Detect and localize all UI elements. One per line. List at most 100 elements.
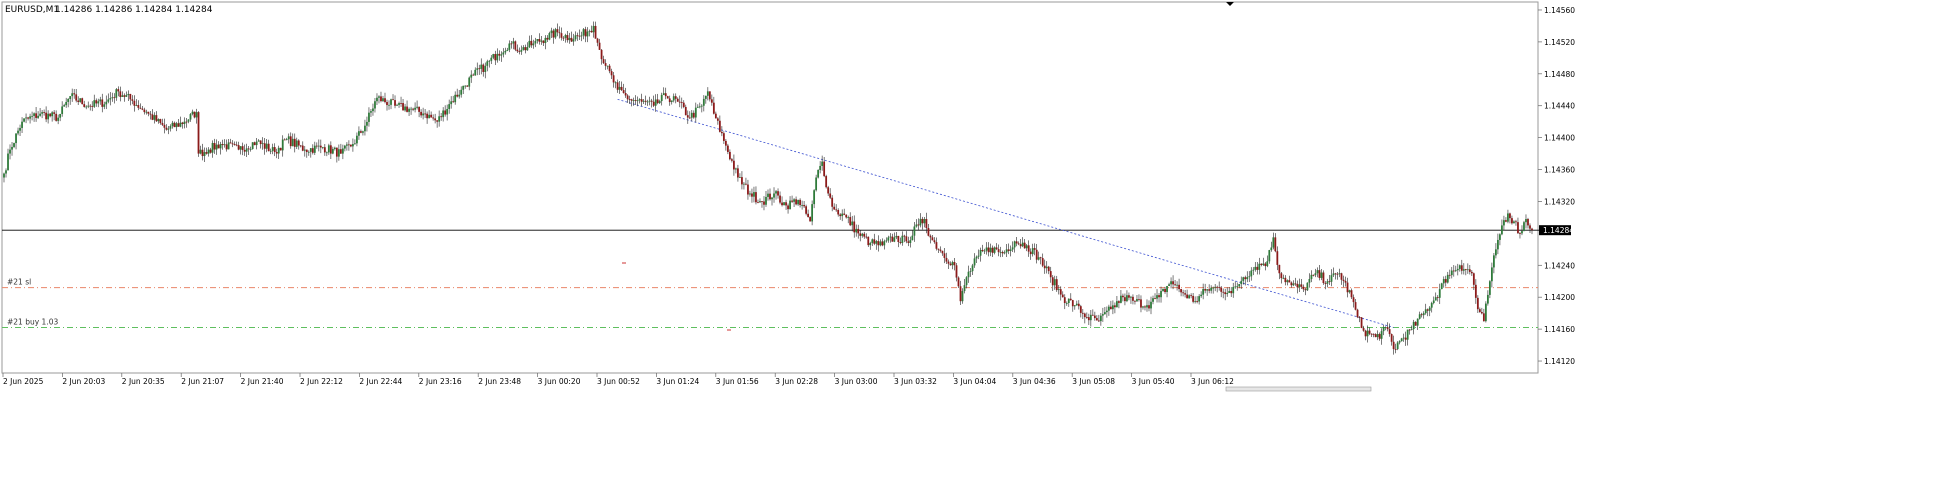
candle-body	[1027, 245, 1030, 252]
stop-loss-label: #21 sl	[7, 278, 31, 287]
candle[interactable]	[1306, 282, 1309, 291]
candle-body	[73, 93, 76, 95]
candle-body	[1354, 302, 1357, 310]
candle-body	[356, 135, 358, 144]
candle-body	[608, 65, 611, 72]
candle[interactable]	[1523, 220, 1525, 232]
candle-body	[1194, 301, 1197, 302]
candle-body	[943, 253, 946, 258]
candle[interactable]	[514, 40, 517, 52]
candle-body	[1053, 279, 1056, 286]
candle-body	[1426, 309, 1429, 311]
candle[interactable]	[193, 111, 196, 119]
candle-body	[514, 41, 517, 50]
candle-body	[337, 149, 340, 157]
candle-body	[1003, 252, 1006, 254]
candle-body	[897, 235, 900, 243]
candle-body	[1242, 277, 1245, 281]
candle-body	[187, 119, 190, 122]
chart-scrollbar[interactable]	[1225, 386, 1372, 392]
candle-body	[698, 106, 701, 108]
candle-body	[189, 114, 192, 120]
candle-body	[666, 96, 669, 99]
candle-body	[1408, 329, 1411, 331]
candle-body	[1268, 250, 1271, 262]
candle[interactable]	[817, 169, 820, 179]
candle-body	[941, 250, 944, 254]
candle[interactable]	[554, 27, 557, 40]
candle-body	[965, 277, 968, 286]
candle-body	[967, 271, 970, 278]
candle[interactable]	[1484, 301, 1487, 323]
candle-body	[460, 89, 463, 95]
candle-body	[668, 98, 671, 103]
candle-body	[199, 149, 202, 154]
candle[interactable]	[1356, 308, 1359, 319]
candle-body	[370, 111, 372, 113]
candle-body	[929, 235, 932, 238]
candle-body	[855, 228, 858, 233]
candle-body	[821, 161, 824, 166]
candle-body	[542, 40, 545, 44]
candle[interactable]	[783, 202, 785, 206]
candle[interactable]	[825, 174, 828, 189]
candle-body	[123, 95, 126, 97]
candle-body	[153, 115, 156, 120]
candle[interactable]	[809, 216, 812, 222]
candle-body	[753, 192, 755, 197]
trading-chart-window[interactable]: #21 sl #21 buy 1.03 1.14560 1.14520 1.14480…	[0, 0, 1946, 484]
price-tick-label: 1.14360	[1544, 166, 1575, 175]
candle-body	[512, 41, 515, 44]
candle-body	[165, 127, 168, 130]
candle-body	[743, 183, 745, 185]
candle-body	[426, 113, 429, 119]
candle-body	[1404, 337, 1407, 340]
candle-body	[642, 100, 645, 102]
candle[interactable]	[1400, 337, 1403, 342]
candle-body	[1497, 239, 1499, 250]
candle-body	[414, 107, 416, 110]
candle-body	[1025, 245, 1028, 249]
price-axis[interactable]: 1.14560 1.14520 1.14480 1.14440 1.14400 1.143…	[1538, 6, 1575, 366]
candle-body	[1142, 306, 1144, 308]
time-tick-label: 3 Jun 05:08	[1072, 377, 1115, 386]
candle-body	[27, 117, 29, 119]
candle-body	[1144, 306, 1146, 308]
time-tick-label: 2 Jun 23:48	[478, 377, 521, 386]
candle-body	[311, 148, 314, 153]
candle-body	[1531, 228, 1533, 231]
candle[interactable]	[1322, 270, 1325, 285]
candle[interactable]	[1414, 321, 1417, 326]
candle-body	[49, 113, 52, 117]
candle-body	[745, 183, 747, 185]
candle-body	[442, 110, 445, 118]
candle[interactable]	[666, 95, 669, 99]
candle-body	[1081, 312, 1084, 314]
candle-body	[229, 142, 232, 144]
candle-body	[1109, 306, 1112, 310]
candle-body	[1087, 317, 1090, 321]
candle-body	[1170, 281, 1172, 285]
candle[interactable]	[279, 147, 282, 151]
candle[interactable]	[1440, 282, 1443, 290]
candle-body	[1340, 273, 1343, 280]
time-axis[interactable]: 2 Jun 2025 2 Jun 20:03 2 Jun 20:35 2 Jun 21…	[2, 373, 1372, 392]
candle[interactable]	[251, 142, 254, 150]
candle-body	[1140, 299, 1142, 308]
candle-body	[408, 108, 410, 112]
candle-body	[87, 105, 90, 107]
candle[interactable]	[81, 97, 84, 105]
price-chart[interactable]: #21 sl #21 buy 1.03 1.14560 1.14520 1.14480…	[0, 0, 1946, 484]
candle-body	[47, 113, 50, 120]
candle-body	[147, 111, 150, 114]
candle-body	[755, 192, 757, 203]
candle-body	[1519, 233, 1521, 234]
candle-body	[1196, 301, 1199, 302]
candle[interactable]	[197, 111, 200, 157]
candle[interactable]	[1360, 317, 1363, 329]
candle-body	[684, 106, 687, 116]
candle-body	[602, 59, 605, 64]
candle-body	[616, 82, 619, 90]
candle-body	[1099, 315, 1102, 322]
candle-body	[1254, 266, 1257, 270]
